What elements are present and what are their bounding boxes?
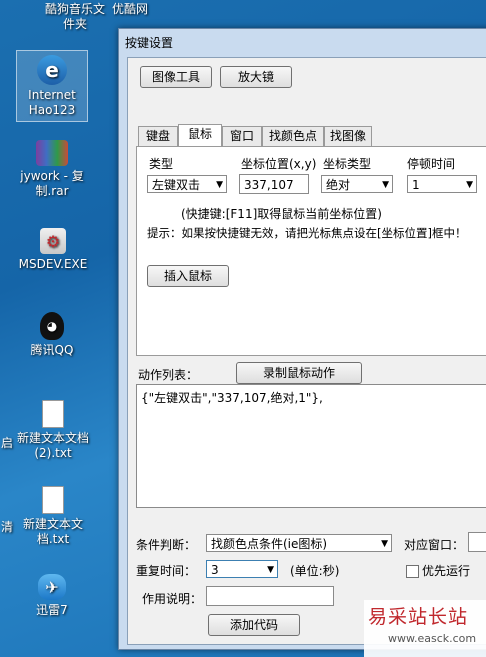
desktop-edge-label-qing: 清 [0,520,13,534]
action-list-label: 动作列表： [138,368,199,382]
tab-window[interactable]: 窗口 [222,126,262,146]
key-settings-window: 按键设置 图像工具 放大镜 键盘 鼠标 窗口 找颜色点 找图像 类型 左键双击 … [118,28,486,650]
desc-input[interactable] [206,586,334,606]
dropdown-arrow-icon: ▼ [382,180,389,190]
watermark-text: 易采站长站 [368,606,469,628]
tab-keyboard[interactable]: 键盘 [138,126,178,146]
coord-input[interactable]: 337,107 [239,174,309,194]
desktop-ie-hao123[interactable]: e Internet Hao123 [16,50,88,122]
ie-icon: e [37,55,67,85]
window-title: 按键设置 [125,36,174,50]
music-folder-label: 酷狗音乐文件夹 [44,2,105,31]
qq-penguin-icon: ◕ [40,312,64,340]
txt-label: 新建文本文档.txt [22,517,83,546]
text-file-icon [42,486,64,514]
condition-select[interactable]: 找颜色点条件(ie图标) ▼ [206,534,392,552]
coord-type-label: 坐标类型 [323,157,372,171]
repeat-value: 3 [211,563,219,577]
repeat-unit: (单位:秒) [290,564,340,578]
tab-mouse[interactable]: 鼠标 [178,124,222,146]
action-list-textarea[interactable]: {"左键双击","337,107,绝对,1"}, [136,384,486,508]
desktop-edge-label-start: 启 [0,436,13,450]
pause-select[interactable]: 1 ▼ [407,175,477,193]
pause-value: 1 [412,178,420,192]
desktop-txt[interactable]: 新建文本文档.txt [14,486,92,547]
desc-label: 作用说明： [142,592,203,606]
txt2-label: 新建文本文档 (2).txt [16,431,89,460]
add-code-button[interactable]: 添加代码 [208,614,300,636]
youku-label: 优酷网 [111,2,148,16]
coord-label: 坐标位置(x,y) [241,157,317,171]
jywork-label: jywork - 复制.rar [20,169,84,198]
desktop-txt-2[interactable]: 新建文本文档 (2).txt [14,400,92,461]
mouse-tab-panel: 类型 左键双击 ▼ 坐标位置(x,y) 337,107 坐标类型 绝对 ▼ 停顿… [136,146,486,356]
dropdown-arrow-icon: ▼ [381,539,388,549]
desktop-xunlei[interactable]: ✈ 迅雷7 [14,574,90,618]
priority-label: 优先运行 [422,564,471,578]
rar-archive-icon [36,140,68,166]
priority-checkbox[interactable] [406,565,419,578]
dropdown-arrow-icon: ▼ [267,565,274,575]
desktop-jywork-rar[interactable]: jywork - 复制.rar [12,140,92,199]
pause-label: 停顿时间 [407,157,456,171]
target-window-label: 对应窗口： [404,538,465,552]
coord-type-select[interactable]: 绝对 ▼ [321,175,393,193]
type-select-value: 左键双击 [152,178,201,192]
window-body: 图像工具 放大镜 键盘 鼠标 窗口 找颜色点 找图像 类型 左键双击 ▼ 坐标位… [127,57,486,645]
qq-label: 腾讯QQ [30,343,74,357]
shortcut-hint: (快捷键:[F11]取得鼠标当前坐标位置) [181,207,382,221]
type-select[interactable]: 左键双击 ▼ [147,175,227,193]
tab-find-color[interactable]: 找颜色点 [262,126,324,146]
xunlei-bird-icon: ✈ [38,574,66,600]
action-list-content: {"左键双击","337,107,绝对,1"}, [141,391,323,405]
site-watermark: 易采站长站 www.easck.com [364,600,486,657]
watermark-url: www.easck.com [388,632,477,645]
msdev-icon: ⚙ [40,228,66,254]
tip-text: 提示：如果按快捷键无效，请把光标焦点设在[坐标位置]框中！ [147,226,467,240]
condition-label: 条件判断： [136,538,197,552]
desktop-msdev[interactable]: ⚙ MSDEV.EXE [8,228,98,272]
xunlei-label: 迅雷7 [36,603,68,617]
repeat-label: 重复时间： [136,564,197,578]
image-tool-button[interactable]: 图像工具 [140,66,212,88]
dropdown-arrow-icon: ▼ [466,180,473,190]
ie-label: Internet Hao123 [28,88,76,117]
coord-type-value: 绝对 [326,178,351,192]
target-window-input[interactable] [468,532,486,552]
type-label: 类型 [149,157,174,171]
tab-find-image[interactable]: 找图像 [324,126,372,146]
dropdown-arrow-icon: ▼ [216,180,223,190]
msdev-label: MSDEV.EXE [18,257,88,271]
text-file-icon [42,400,64,428]
record-mouse-button[interactable]: 录制鼠标动作 [236,362,362,384]
condition-value: 找颜色点条件(ie图标) [211,537,328,551]
magnifier-button[interactable]: 放大镜 [220,66,292,88]
desktop-qq[interactable]: ◕ 腾讯QQ [12,312,92,358]
desktop-youku[interactable]: 优酷网 [100,2,160,17]
repeat-select[interactable]: 3 ▼ [206,560,278,578]
insert-mouse-button[interactable]: 插入鼠标 [147,265,229,287]
